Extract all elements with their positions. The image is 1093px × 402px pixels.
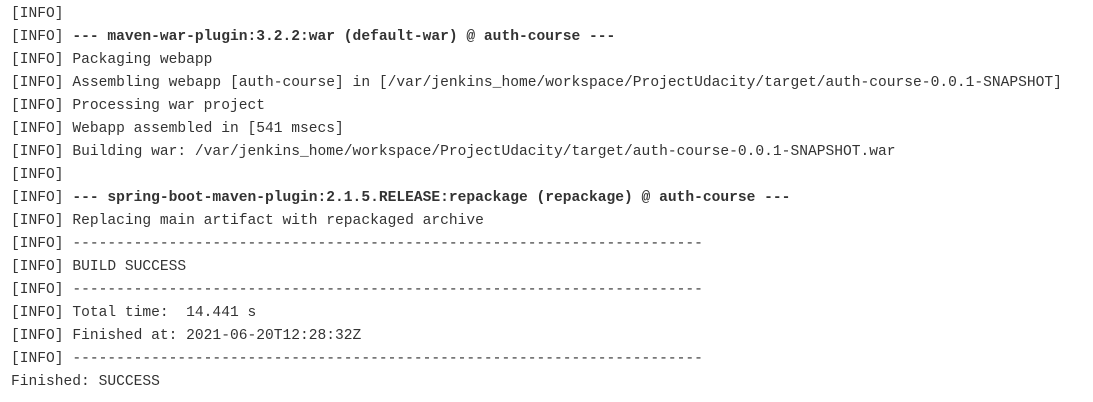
log-level-prefix: [INFO]: [11, 190, 64, 206]
console-line: [INFO] ---------------------------------…: [11, 348, 1093, 371]
log-message: ----------------------------------------…: [72, 282, 703, 298]
log-message: Processing war project: [72, 98, 265, 114]
console-line: [INFO]: [11, 164, 1093, 187]
log-message: ----------------------------------------…: [72, 351, 703, 367]
console-line: [INFO] BUILD SUCCESS: [11, 256, 1093, 279]
log-level-prefix: [INFO]: [11, 6, 64, 22]
log-level-prefix: [INFO]: [11, 282, 64, 298]
log-level-prefix: [INFO]: [11, 29, 64, 45]
log-level-prefix: [INFO]: [11, 75, 64, 91]
console-output: [INFO] [INFO] --- maven-war-plugin:3.2.2…: [0, 0, 1093, 394]
build-final-status: Finished: SUCCESS: [11, 374, 160, 390]
log-message: --- maven-war-plugin:3.2.2:war (default-…: [72, 29, 616, 45]
console-line: [INFO] ---------------------------------…: [11, 279, 1093, 302]
log-message: --- spring-boot-maven-plugin:2.1.5.RELEA…: [72, 190, 791, 206]
log-message: Packaging webapp: [72, 52, 213, 68]
console-line: [INFO] --- spring-boot-maven-plugin:2.1.…: [11, 187, 1093, 210]
console-line: [INFO] Replacing main artifact with repa…: [11, 210, 1093, 233]
log-message: Webapp assembled in [541 msecs]: [72, 121, 344, 137]
log-level-prefix: [INFO]: [11, 305, 64, 321]
log-level-prefix: [INFO]: [11, 328, 64, 344]
console-line: [INFO] --- maven-war-plugin:3.2.2:war (d…: [11, 26, 1093, 49]
log-level-prefix: [INFO]: [11, 52, 64, 68]
console-line: [INFO] Building war: /var/jenkins_home/w…: [11, 141, 1093, 164]
log-level-prefix: [INFO]: [11, 213, 64, 229]
log-level-prefix: [INFO]: [11, 259, 64, 275]
log-message: Finished at: 2021-06-20T12:28:32Z: [72, 328, 362, 344]
log-level-prefix: [INFO]: [11, 351, 64, 367]
log-level-prefix: [INFO]: [11, 144, 64, 160]
log-level-prefix: [INFO]: [11, 98, 64, 114]
console-line: [INFO] ---------------------------------…: [11, 233, 1093, 256]
console-line: [INFO] Processing war project: [11, 95, 1093, 118]
log-level-prefix: [INFO]: [11, 167, 64, 183]
log-message: BUILD SUCCESS: [72, 259, 187, 275]
log-message: Total time: 14.441 s: [72, 305, 257, 321]
log-message: Replacing main artifact with repackaged …: [72, 213, 484, 229]
log-message: ----------------------------------------…: [72, 236, 703, 252]
console-line: [INFO] Webapp assembled in [541 msecs]: [11, 118, 1093, 141]
log-level-prefix: [INFO]: [11, 236, 64, 252]
console-line: [INFO] Packaging webapp: [11, 49, 1093, 72]
console-line: [INFO] Finished at: 2021-06-20T12:28:32Z: [11, 325, 1093, 348]
console-line: [INFO] Total time: 14.441 s: [11, 302, 1093, 325]
log-message: Assembling webapp [auth-course] in [/var…: [72, 75, 1062, 91]
console-line: [INFO]: [11, 3, 1093, 26]
console-line: [INFO] Assembling webapp [auth-course] i…: [11, 72, 1093, 95]
log-level-prefix: [INFO]: [11, 121, 64, 137]
log-message: Building war: /var/jenkins_home/workspac…: [72, 144, 896, 160]
